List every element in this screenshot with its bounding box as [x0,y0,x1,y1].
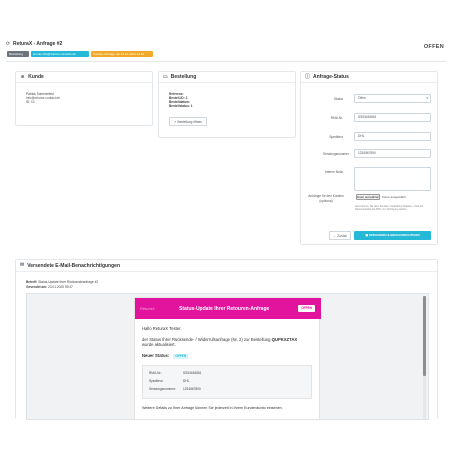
email-preview-scroll-thumb[interactable] [423,296,426,376]
save-notify-label: SPEICHERN & BENACHRICHTIGEN [369,233,420,237]
sent-value: 23.01.2025 09:47 [47,285,73,289]
subject-value: Status-Update Ihrer Rücksendeanfrage #2 [38,280,99,284]
email-row-rma-label: RMA-Nr.: [149,371,163,375]
request-status-header: ⓘ Anfrage-Status [301,72,437,83]
badge-order: Bestellung [7,51,29,57]
tracking-label: Sendungsnummer [322,152,349,156]
email-body-line2: wurde aktualisiert. [142,342,176,347]
notifications-panel: ✉ Versendete E-Mail-Benachrichtigungen B… [15,259,438,420]
email-title: Status-Update Ihrer Retouren-Anfrage [179,306,270,312]
save-notify-button[interactable]: ▣ SPEICHERN & BENACHRICHTIGEN [354,231,431,240]
email-footer-text: Weitere Details zu Ihrer Anfrage können … [142,406,283,410]
customer-panel-header: ☻ Kunde [16,72,152,83]
open-order-button[interactable]: ↗ Bestellung öffnen [169,117,207,126]
email-order-ref: QUPKXZTAX [271,337,298,342]
internal-note-label: Interne Notiz [324,170,343,174]
info-icon: ⓘ [305,73,311,80]
status-badge: OFFEN [423,44,444,50]
customer-panel: ☻ Kunde Patrick Sommerfeld info@returax-… [15,71,153,126]
order-panel-header: ▭ Bestellung [159,72,295,83]
page-title: ReturaX - Anfrage #2 [13,41,63,47]
email-row-tracking-value: 1234567890 [183,387,201,391]
refresh-icon: ⟳ [6,41,11,47]
file-none-text: Keine ausgewählt [382,195,406,199]
badge-email: kunde-info@returax-contacts.de [31,51,89,57]
subject-line: Betreff: Status-Update Ihrer Rücksendean… [26,280,98,285]
email-logo: ReturaX [140,306,155,311]
email-row-carrier-value: DHL [183,379,190,383]
request-status-heading: Anfrage-Status [313,74,349,80]
status-select-value: Offen [358,96,366,100]
email-greeting: Hallo ReturaX Tester, [142,326,182,331]
order-heading: Bestellung [170,74,197,80]
order-status: Bestellstatus: 1 [169,104,193,108]
carrier-label: Spediteur [329,135,343,139]
carrier-field[interactable]: DHL [354,132,431,141]
customer-heading: Kunde [28,74,44,80]
rma-field[interactable]: SS53454561 [354,113,431,122]
open-order-label: Bestellung öffnen [177,120,203,124]
badge-date: Kunden-Anfrage: ab 23.12.2024 12:44 [91,51,153,57]
page-header: ⟳ ReturaX - Anfrage #2 OFFEN [6,39,446,61]
email-preview-frame[interactable]: ReturaX Status-Update Ihrer Retouren-Anf… [26,293,429,420]
back-label: Zurück [337,234,347,238]
order-panel: ▭ Bestellung Referenz: Bestell-ID: 2 Bes… [158,71,296,138]
email-new-status: Neuer Status: OFFEN [142,353,189,359]
chevron-down-icon: ▾ [426,96,428,100]
email-status-badge: OFFEN [298,305,315,312]
credit-card-icon: ▭ [163,73,168,80]
customer-id: ID: 10 [26,100,35,104]
user-icon: ☻ [20,73,26,80]
rma-label: RMA-Nr. [330,116,343,120]
choose-file-button[interactable]: Datei auswählen [356,194,380,200]
attachments-label: Anhänge für den Kunden (optional) [308,194,344,203]
notifications-heading: Versendete E-Mail-Benachrichtigungen [27,262,121,269]
header-divider [6,61,446,62]
email-row-rma-value: SS53454561 [183,371,202,375]
sent-line: Gesendet am: 23.01.2025 09:47 [26,285,73,290]
email-header: ReturaX Status-Update Ihrer Retouren-Anf… [135,298,321,319]
status-select[interactable]: Offen ▾ [354,94,431,103]
email-card: ReturaX Status-Update Ihrer Retouren-Anf… [134,297,321,419]
email-new-status-value: OFFEN [173,354,189,359]
back-button[interactable]: ← Zurück [329,231,351,240]
status-label: Status [333,97,343,101]
attachments-help: Hier können Sie dem Kunden zusätzliche D… [355,205,424,212]
email-row-tracking-label: Sendungsnummer: [149,387,176,391]
email-preview-scrollbar[interactable] [423,296,426,419]
email-details-table: RMA-Nr.: SS53454561 Spediteur: DHL Sendu… [142,365,312,399]
notifications-header: ✉ Versendete E-Mail-Benachrichtigungen [16,260,437,272]
tracking-field[interactable]: 1234567890 [354,149,431,158]
email-new-status-label: Neuer Status: [142,353,170,358]
subject-label: Betreff: [26,280,38,284]
internal-note-textarea[interactable] [354,167,431,191]
envelope-icon: ✉ [20,262,25,268]
email-row-carrier-label: Spediteur: [149,379,164,383]
request-status-panel: ⓘ Anfrage-Status Status Offen ▾ RMA-Nr. … [300,71,438,245]
sent-label: Gesendet am: [26,285,48,289]
